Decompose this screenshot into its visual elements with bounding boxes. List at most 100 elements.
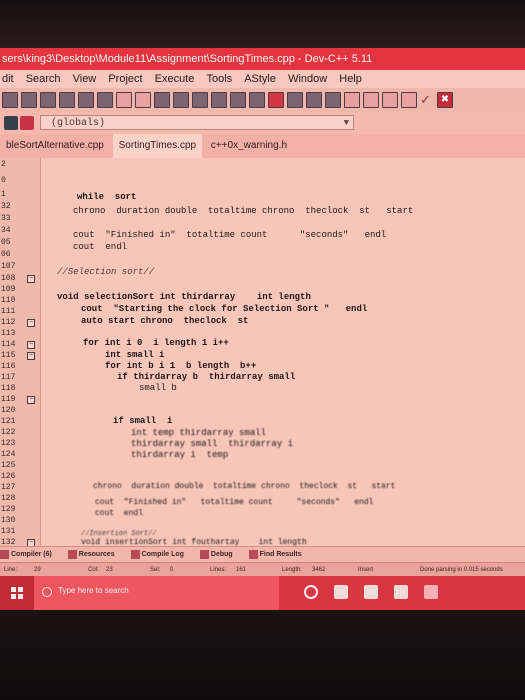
file-tabs: bleSortAlternative.cpp SortingTimes.cpp … bbox=[0, 134, 525, 159]
line-number: 109 bbox=[1, 285, 16, 294]
class-icon[interactable] bbox=[4, 116, 18, 130]
line-number: 121 bbox=[1, 417, 16, 426]
line-number: 110 bbox=[1, 296, 16, 305]
menu-search[interactable]: Search bbox=[26, 73, 61, 85]
line-number: 122 bbox=[1, 428, 16, 437]
compile-log-icon bbox=[130, 549, 140, 559]
fold-toggle-icon[interactable]: − bbox=[27, 275, 35, 283]
line-number: 108 bbox=[1, 274, 16, 283]
tab-resources[interactable]: Resources bbox=[67, 549, 115, 559]
line-number: 116 bbox=[1, 362, 16, 371]
tab-resources-label: Resources bbox=[78, 551, 115, 558]
line-number: 06 bbox=[1, 250, 11, 259]
menu-tools[interactable]: Tools bbox=[206, 73, 232, 85]
tab-debug[interactable]: Debug bbox=[199, 549, 233, 559]
task-view-icon[interactable] bbox=[334, 585, 348, 599]
line-number: 113 bbox=[1, 329, 16, 338]
menu-edit[interactable]: dit bbox=[2, 73, 14, 85]
fold-toggle-icon[interactable]: − bbox=[27, 352, 35, 360]
debug-check-icon bbox=[199, 549, 209, 559]
store-icon[interactable] bbox=[394, 585, 408, 599]
undo-icon[interactable] bbox=[116, 92, 132, 108]
line-number: 107 bbox=[1, 262, 16, 271]
menu-view[interactable]: View bbox=[73, 73, 97, 85]
find-results-icon bbox=[248, 549, 258, 559]
status-line-label: Line: bbox=[4, 567, 18, 573]
class-browser-icon[interactable] bbox=[363, 92, 379, 108]
rebuild-icon[interactable] bbox=[306, 92, 322, 108]
code-line: for int b i 1 b length b++ bbox=[105, 361, 257, 371]
compile-run-icon[interactable] bbox=[287, 92, 303, 108]
menu-astyle[interactable]: AStyle bbox=[244, 73, 276, 85]
code-editor[interactable]: while sort chrono duration double totalt… bbox=[41, 158, 525, 546]
start-button[interactable] bbox=[0, 576, 34, 610]
line-number: 119 bbox=[1, 395, 16, 404]
close-x-icon[interactable]: ✖ bbox=[437, 92, 453, 108]
tab-bubblesortalternative[interactable]: bleSortAlternative.cpp bbox=[0, 134, 110, 158]
status-parse-message: Done parsing in 0.015 seconds bbox=[420, 567, 503, 573]
new-file-icon[interactable] bbox=[2, 92, 18, 108]
line-number: 128 bbox=[1, 494, 16, 503]
check-icon[interactable]: ✓ bbox=[420, 93, 434, 107]
fold-toggle-icon[interactable]: − bbox=[27, 341, 35, 349]
menu-execute[interactable]: Execute bbox=[155, 73, 195, 85]
open-icon[interactable] bbox=[21, 92, 37, 108]
redo-icon[interactable] bbox=[135, 92, 151, 108]
tab-compile-log[interactable]: Compile Log bbox=[130, 549, 184, 559]
fold-toggle-icon[interactable]: − bbox=[27, 319, 35, 327]
debug-icon[interactable] bbox=[325, 92, 341, 108]
bookmark-icon[interactable] bbox=[20, 116, 34, 130]
tab-debug-label: Debug bbox=[210, 551, 233, 558]
find-icon[interactable] bbox=[154, 92, 170, 108]
status-length-value: 3462 bbox=[312, 567, 326, 573]
tab-cpp0x-warning[interactable]: c++0x_warning.h bbox=[205, 134, 293, 158]
line-number: 1 bbox=[1, 190, 6, 199]
close-file-icon[interactable] bbox=[78, 92, 94, 108]
code-comment: //Selection sort// bbox=[57, 267, 155, 277]
code-line: cout "Finished in" totaltime count "seco… bbox=[95, 498, 374, 507]
menu-help[interactable]: Help bbox=[339, 73, 362, 85]
menu-project[interactable]: Project bbox=[108, 73, 142, 85]
print-icon[interactable] bbox=[97, 92, 113, 108]
grid-icon[interactable] bbox=[344, 92, 360, 108]
line-number: 126 bbox=[1, 472, 16, 481]
compile-icon[interactable] bbox=[249, 92, 265, 108]
cortana-icon[interactable] bbox=[304, 585, 318, 599]
line-number: 125 bbox=[1, 461, 16, 470]
status-lines-label: Lines: bbox=[210, 567, 227, 573]
line-number: 32 bbox=[1, 202, 11, 211]
line-number: 124 bbox=[1, 450, 16, 459]
fold-toggle-icon[interactable]: − bbox=[27, 396, 35, 404]
search-placeholder: Type here to search bbox=[58, 586, 129, 595]
taskbar-search-box[interactable]: Type here to search bbox=[34, 576, 279, 610]
code-line: cout endl bbox=[73, 242, 128, 252]
code-line: cout "Finished in" totaltime count "seco… bbox=[73, 230, 387, 240]
devcpp-taskbar-icon[interactable] bbox=[424, 585, 438, 599]
file-explorer-icon[interactable] bbox=[364, 585, 378, 599]
code-line: chrono duration double totaltime chrono … bbox=[93, 482, 396, 491]
scope-bar: (globals) ▼ bbox=[0, 112, 525, 134]
resources-icon bbox=[67, 549, 77, 559]
save-icon[interactable] bbox=[40, 92, 56, 108]
replace-icon[interactable] bbox=[173, 92, 189, 108]
line-number: 05 bbox=[1, 238, 11, 247]
line-number: 0 bbox=[1, 176, 6, 185]
code-line: while sort bbox=[77, 192, 137, 202]
toggle-comment-icon[interactable] bbox=[230, 92, 246, 108]
scope-dropdown[interactable]: (globals) ▼ bbox=[40, 115, 354, 130]
menu-window[interactable]: Window bbox=[288, 73, 327, 85]
line-number: 114 bbox=[1, 340, 16, 349]
unindent-icon[interactable] bbox=[211, 92, 227, 108]
tab-compiler[interactable]: Compiler (6) bbox=[0, 549, 52, 559]
profile-icon[interactable] bbox=[382, 92, 398, 108]
line-number: 115 bbox=[1, 351, 16, 360]
tab-sortingtimes[interactable]: SortingTimes.cpp bbox=[112, 134, 203, 158]
save-all-icon[interactable] bbox=[59, 92, 75, 108]
run-icon[interactable] bbox=[268, 92, 284, 108]
line-number: 123 bbox=[1, 439, 16, 448]
options-icon[interactable] bbox=[401, 92, 417, 108]
indent-icon[interactable] bbox=[192, 92, 208, 108]
window-title: sers\king3\Desktop\Module11\Assignment\S… bbox=[0, 48, 525, 70]
chevron-down-icon: ▼ bbox=[343, 118, 349, 128]
tab-find-results[interactable]: Find Results bbox=[248, 549, 302, 559]
